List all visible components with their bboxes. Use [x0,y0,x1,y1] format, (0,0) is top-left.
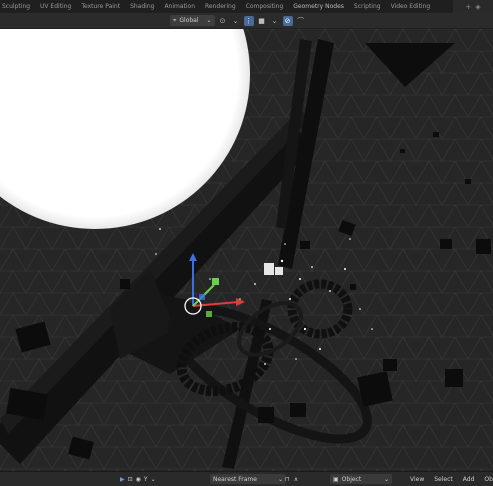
tab-geometry-nodes[interactable]: Geometry Nodes [288,0,349,13]
playback-controls: ▶ ⊡ ◉ Y ⌄ [120,474,156,484]
keyframe-filter-icon[interactable]: ⊡ [128,476,133,483]
record-icon[interactable]: ◉ [136,476,141,483]
falloff-curve-icon[interactable]: ⌒ [296,16,306,26]
tab-rendering[interactable]: Rendering [200,0,241,13]
snap-controls: ⊓ ∧ [285,474,298,484]
tab-texture-paint[interactable]: Texture Paint [76,0,125,13]
menu-select[interactable]: Select [434,476,453,483]
menu-view[interactable]: View [410,476,424,483]
menu-object[interactable]: Ob [484,476,493,483]
transform-orientation-icon: ⌖ [173,16,177,24]
chevron-down-icon: ⌄ [383,475,389,483]
tab-animation[interactable]: Animation [159,0,200,13]
chevron-down-icon: ⌄ [206,17,212,24]
tab-video-editing[interactable]: Video Editing [386,0,436,13]
snap-toggle-icon[interactable]: ⋮ [243,15,254,26]
pivot-point-icon[interactable]: ⊙ [218,16,228,26]
keying-label: Nearest Frame [213,475,257,483]
mode-label: Object [341,475,362,483]
viewport-scene [0,29,493,471]
magnet-icon[interactable]: ⊓ [285,476,290,483]
chevron-down-icon: ⌄ [277,475,283,483]
tab-bar-controls: + ◈ [453,0,493,13]
tab-compositing[interactable]: Compositing [241,0,289,13]
tab-shading[interactable]: Shading [125,0,159,13]
menu-add[interactable]: Add [463,476,475,483]
add-workspace-icon[interactable]: + [465,3,471,11]
tab-scripting[interactable]: Scripting [349,0,386,13]
snap-target-icon[interactable]: ■ [257,16,267,26]
scene-icon[interactable]: ◈ [475,3,480,11]
3d-viewport[interactable] [0,29,493,471]
transform-orientation-label: Global [179,17,199,24]
chevron-down-icon[interactable]: ⌄ [151,476,156,483]
object-mode-icon: ▣ [333,475,339,483]
timeline-header: ▶ ⊡ ◉ Y ⌄ Nearest Frame ⌄ ⊓ ∧ ▣ Object ⌄… [0,471,493,486]
lambda-icon[interactable]: ∧ [294,476,298,483]
tab-uv-editing[interactable]: UV Editing [35,0,76,13]
chevron-down-icon[interactable]: ⌄ [270,16,280,26]
transform-orientation-dropdown[interactable]: ⌖ Global ⌄ [170,15,215,26]
workspace-tab-bar: Sculpting UV Editing Texture Paint Shadi… [0,0,493,13]
keying-dropdown[interactable]: Nearest Frame ⌄ [210,474,286,484]
filter-icon[interactable]: Y [144,476,148,483]
proportional-edit-icon[interactable]: ⊘ [282,15,293,26]
mode-dropdown[interactable]: ▣ Object ⌄ [330,474,392,484]
transform-orientation-group: ⌖ Global ⌄ ⊙ ⌄ ⋮ ■ ⌄ ⊘ ⌒ [170,15,306,26]
play-icon[interactable]: ▶ [120,476,125,483]
chevron-down-icon[interactable]: ⌄ [231,16,241,26]
tab-sculpting[interactable]: Sculpting [0,0,35,13]
viewport-header: ⌖ Global ⌄ ⊙ ⌄ ⋮ ■ ⌄ ⊘ ⌒ [0,13,493,29]
footer-menu: View Select Add Ob [410,474,493,484]
